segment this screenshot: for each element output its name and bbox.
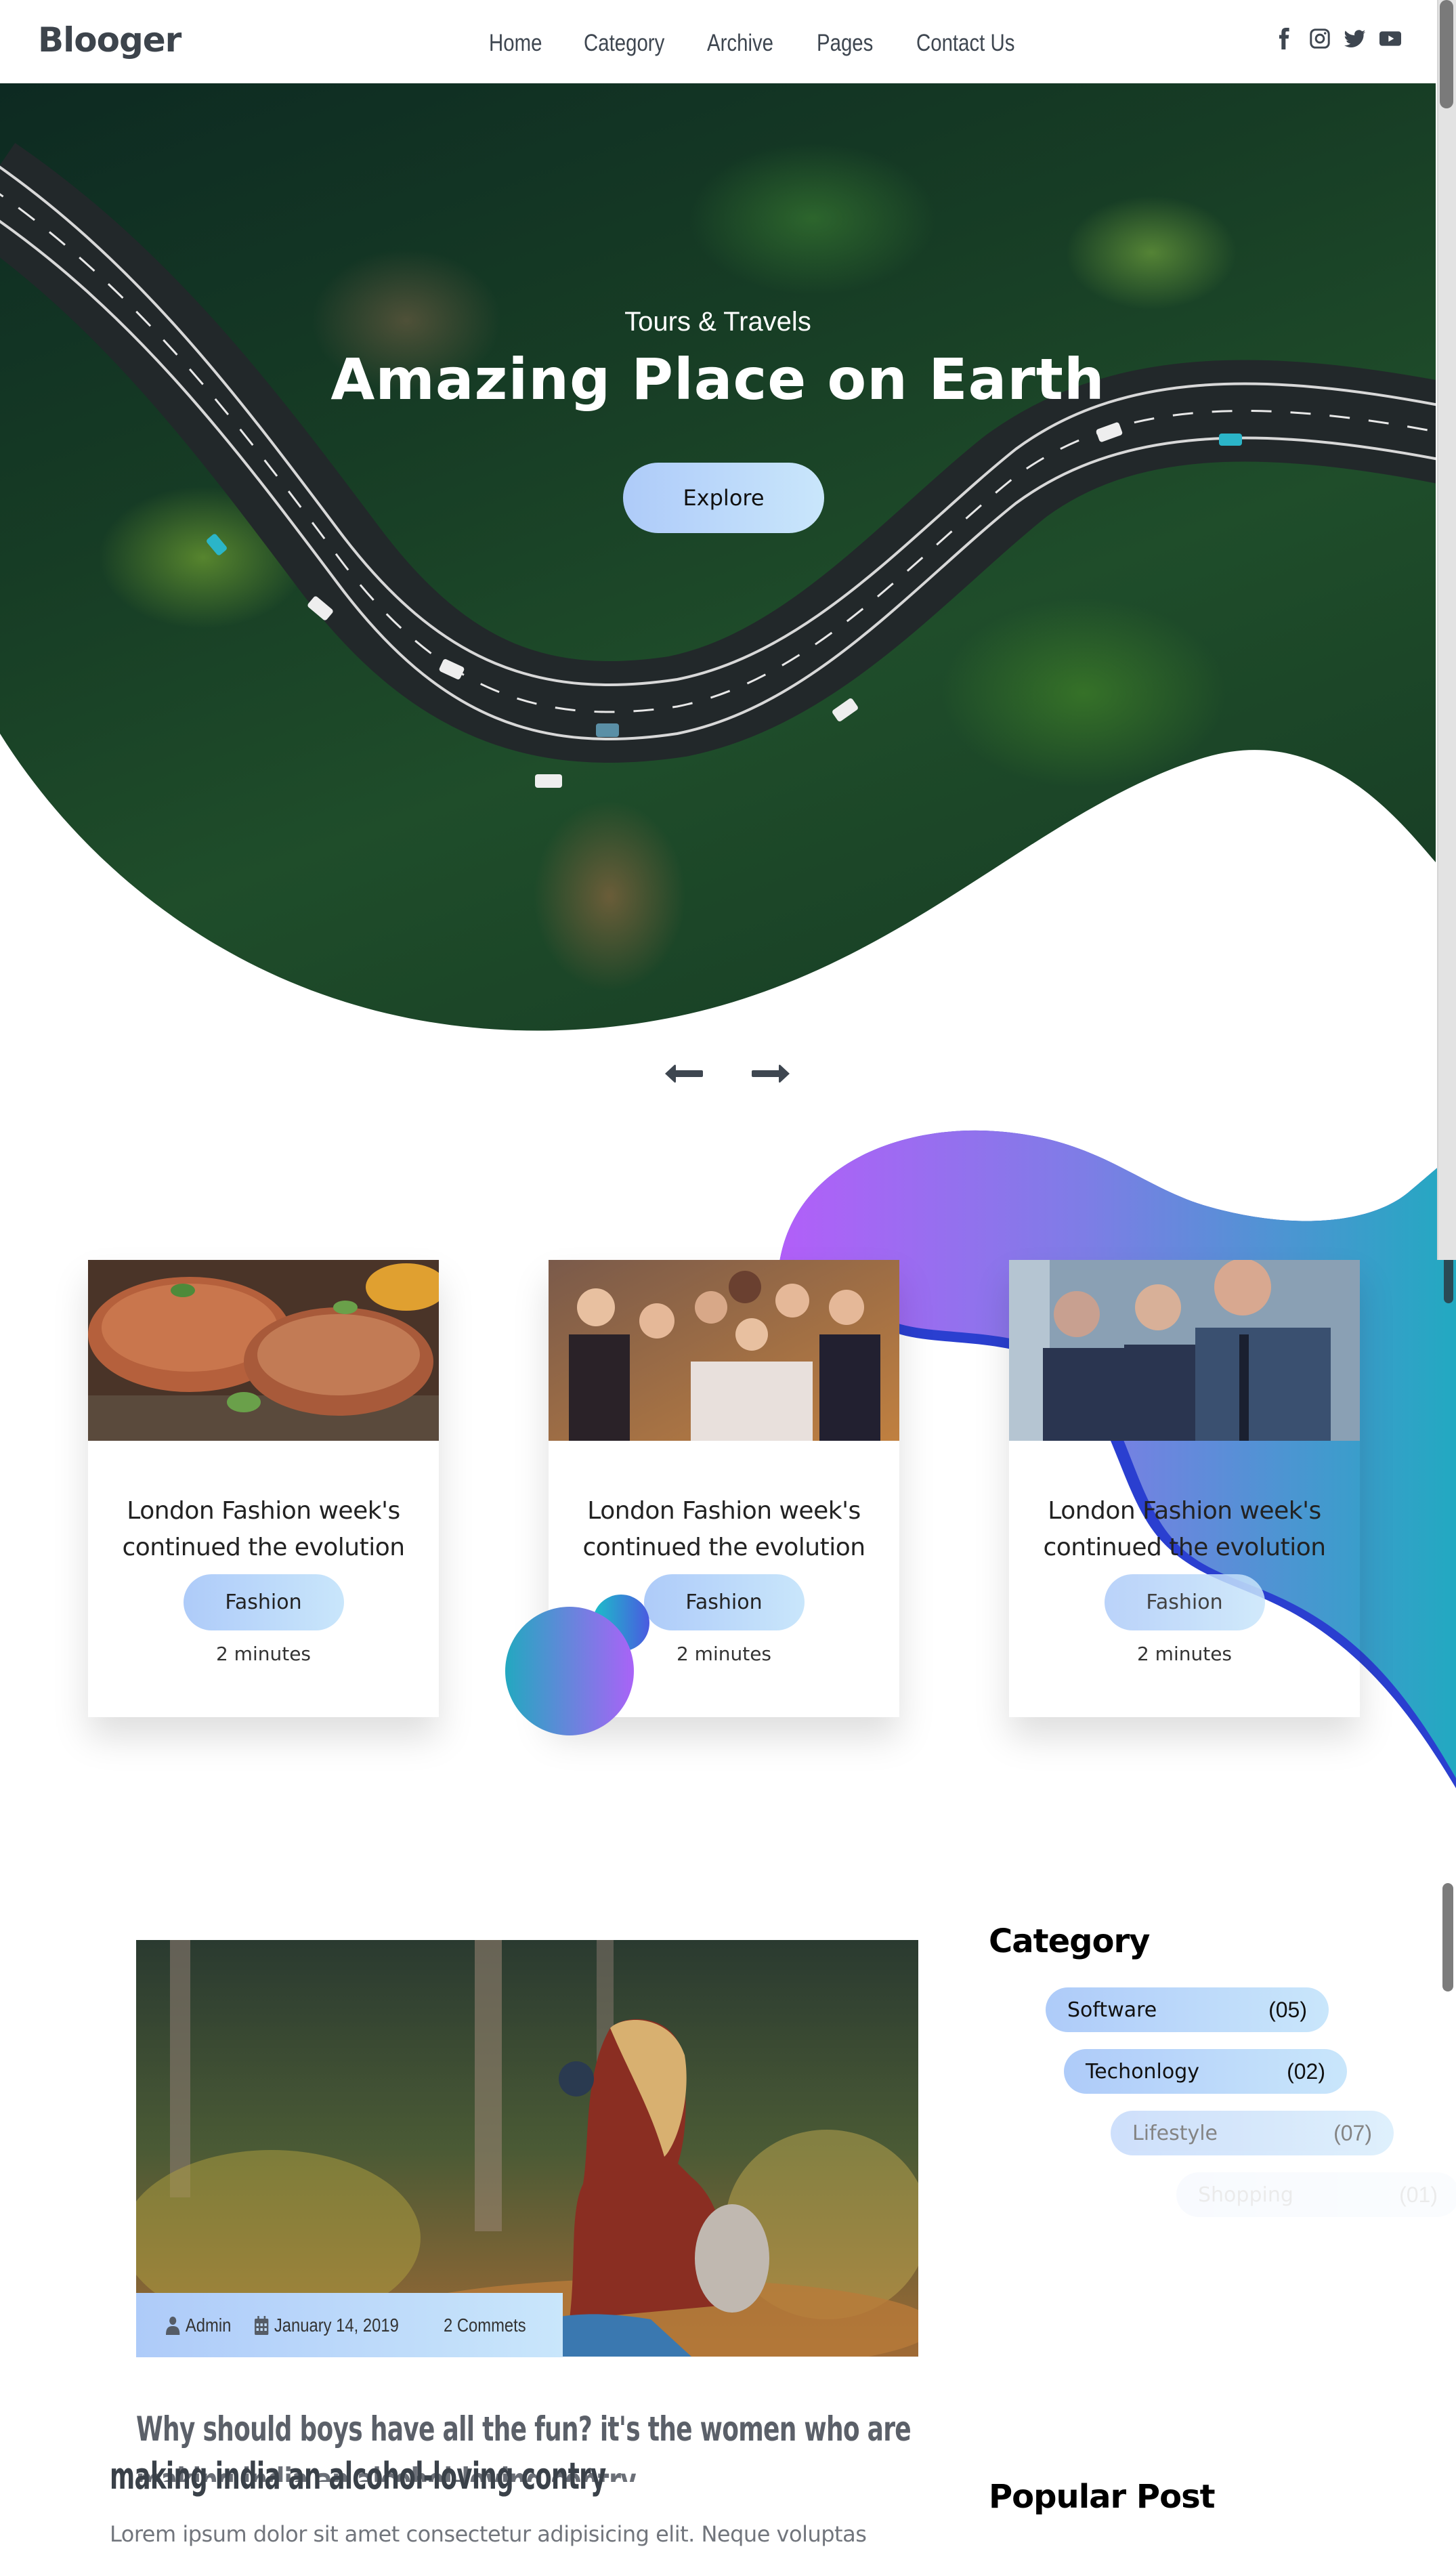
user-icon: [166, 2316, 180, 2335]
card-title-line: London Fashion week's: [1048, 1497, 1321, 1525]
category-count: (01): [1399, 2182, 1438, 2207]
explore-button[interactable]: Explore: [623, 463, 824, 533]
secondary-scrollbar-thumb[interactable]: [1442, 1883, 1453, 1991]
card-read-time: 2 minutes: [1136, 1643, 1233, 1665]
hero-title: Amazing Place on Earth: [330, 346, 1105, 413]
featured-card[interactable]: London Fashion week's continued the evol…: [88, 1260, 447, 1717]
grilled-steak-photo: [88, 1260, 447, 1441]
category-count: (07): [1333, 2120, 1372, 2145]
post-excerpt: Lorem ipsum dolor sit amet consectetur a…: [110, 2521, 867, 2547]
category-name: Software: [1067, 1998, 1157, 2022]
site-logo[interactable]: Blooger: [38, 20, 181, 60]
nav-archive[interactable]: Archive: [707, 30, 799, 57]
main-nav: Home Category Archive Pages Contact Us: [489, 30, 1052, 57]
youtube-icon[interactable]: [1379, 27, 1402, 50]
social-links: [1273, 27, 1402, 50]
site-header: Blooger Home Category Archive Pages Cont…: [0, 0, 1436, 83]
twitter-icon[interactable]: [1344, 27, 1367, 50]
card-tag-button[interactable]: Fashion: [183, 1574, 344, 1630]
arrow-right-icon[interactable]: [750, 1063, 791, 1084]
inner-scrollbar-thumb[interactable]: [1444, 1260, 1453, 1303]
card-read-time: 2 minutes: [215, 1643, 312, 1665]
featured-card[interactable]: London Fashion week's continued the evol…: [1009, 1259, 1360, 1717]
card-title-line: continued the evolution: [122, 1534, 405, 1561]
hero-subtitle: Tours & Travels: [624, 307, 811, 337]
card-title-line: continued the evolution: [582, 1534, 865, 1561]
page-scrollbar-thumb[interactable]: [1440, 0, 1453, 108]
category-name: Techonlogy: [1086, 2059, 1200, 2084]
category-heading: Category: [989, 1922, 1150, 1960]
post-comments[interactable]: 2 Commets: [444, 2315, 526, 2336]
post-author[interactable]: Admin: [166, 2315, 231, 2336]
post-date-text: January 14, 2019: [274, 2314, 400, 2336]
card-title[interactable]: London Fashion week's continued the evol…: [1009, 1493, 1360, 1566]
post-title[interactable]: making india an alcohol-loving contry: [110, 2455, 606, 2497]
business-people-photo: [1009, 1259, 1360, 1441]
card-title[interactable]: London Fashion week's continued the evol…: [88, 1493, 439, 1566]
post-title-line: Why should boys have all the fun? it's t…: [136, 2409, 912, 2449]
card-tag-button[interactable]: Fashion: [643, 1574, 805, 1630]
card-title-line: continued the evolution: [1043, 1534, 1326, 1561]
category-item-software[interactable]: Software (05): [1046, 1987, 1329, 2032]
category-name: Lifestyle: [1132, 2121, 1218, 2145]
card-title[interactable]: London Fashion week's continued the evol…: [549, 1493, 899, 1566]
hero-wave-mask: [0, 734, 1436, 1032]
post-meta-bar: Admin January 14, 2019 2 Commets: [136, 2293, 563, 2357]
party-crowd-photo: [549, 1260, 899, 1441]
hero-slider: Tours & Travels Amazing Place on Earth E…: [0, 83, 1436, 1032]
nav-pages[interactable]: Pages: [817, 30, 900, 57]
category-item-lifestyle[interactable]: Lifestyle (07): [1111, 2111, 1394, 2155]
nav-category[interactable]: Category: [584, 30, 687, 57]
page-scrollbar-track[interactable]: [1437, 0, 1456, 1260]
post-author-name: Admin: [185, 2314, 232, 2336]
card-tag-button[interactable]: Fashion: [1104, 1574, 1265, 1630]
nav-contact-us[interactable]: Contact Us: [916, 30, 1030, 57]
category-item-technology[interactable]: Techonlogy (02): [1064, 2049, 1347, 2094]
post-date: January 14, 2019: [255, 2315, 399, 2336]
facebook-icon[interactable]: [1273, 27, 1296, 50]
nav-home[interactable]: Home: [489, 30, 569, 57]
category-item-shopping[interactable]: Shopping (01): [1176, 2172, 1456, 2217]
instagram-icon[interactable]: [1308, 27, 1331, 50]
arrow-left-icon[interactable]: [664, 1063, 704, 1084]
popular-post-heading: Popular Post: [989, 2478, 1216, 2516]
category-name: Shopping: [1198, 2183, 1293, 2207]
slider-controls: [664, 1063, 791, 1084]
category-count: (05): [1268, 1997, 1307, 2022]
card-title-line: London Fashion week's: [127, 1497, 400, 1525]
category-count: (02): [1287, 2059, 1325, 2084]
calendar-icon: [255, 2315, 269, 2335]
decorative-bubble-large: [505, 1607, 634, 1735]
card-title-line: London Fashion week's: [587, 1497, 861, 1525]
